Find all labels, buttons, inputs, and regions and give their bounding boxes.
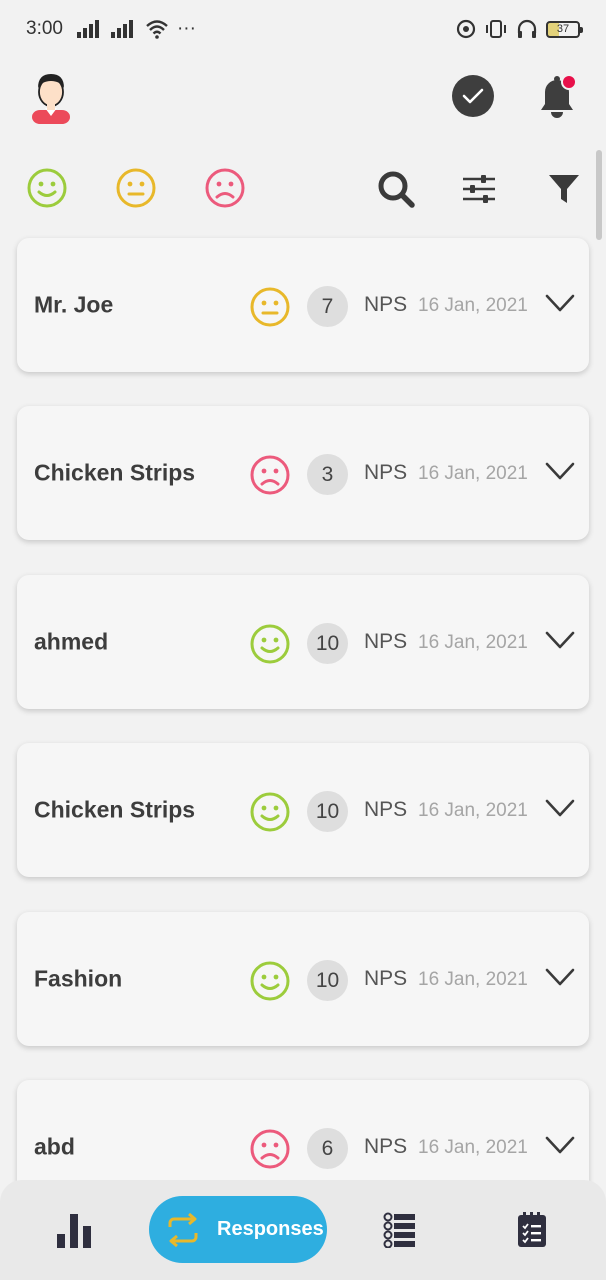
response-name: Mr. Joe bbox=[34, 291, 114, 318]
response-card[interactable]: Chicken Strips 3 NPS 16 Jan, 2021 bbox=[17, 406, 589, 540]
bottom-nav: Responses bbox=[0, 1180, 606, 1280]
wifi-icon bbox=[146, 20, 168, 39]
score-badge: 7 bbox=[307, 286, 348, 327]
chevron-down-icon[interactable] bbox=[544, 292, 576, 314]
response-name: Fashion bbox=[34, 965, 123, 992]
sliders-icon bbox=[463, 175, 495, 203]
survey-type: NPS bbox=[364, 967, 408, 990]
search-icon bbox=[378, 171, 415, 208]
more-status-icon: ··· bbox=[176, 18, 196, 39]
response-date: 16 Jan, 2021 bbox=[418, 1137, 528, 1158]
response-date: 16 Jan, 2021 bbox=[418, 969, 528, 990]
chevron-down-icon[interactable] bbox=[544, 797, 576, 819]
headphones-icon bbox=[517, 19, 537, 38]
sad-face-icon[interactable] bbox=[204, 167, 246, 209]
response-date: 16 Jan, 2021 bbox=[418, 800, 528, 821]
happy-face-icon[interactable] bbox=[26, 167, 68, 209]
score-badge: 10 bbox=[307, 623, 348, 664]
refresh-icon bbox=[168, 1212, 198, 1247]
chevron-down-icon[interactable] bbox=[544, 966, 576, 988]
response-name: abd bbox=[34, 1133, 75, 1160]
bell-icon[interactable] bbox=[535, 72, 579, 120]
chevron-down-icon[interactable] bbox=[544, 629, 576, 651]
happy-face-icon bbox=[250, 624, 290, 664]
nav-list[interactable] bbox=[380, 1210, 420, 1250]
neutral-face-icon[interactable] bbox=[115, 167, 157, 209]
nav-responses[interactable]: Responses bbox=[149, 1196, 327, 1263]
chevron-down-icon[interactable] bbox=[544, 460, 576, 482]
nav-surveys[interactable] bbox=[512, 1210, 552, 1250]
survey-type: NPS bbox=[364, 461, 408, 484]
response-date: 16 Jan, 2021 bbox=[418, 632, 528, 653]
app-header bbox=[0, 62, 606, 130]
response-name: Chicken Strips bbox=[34, 459, 196, 486]
bar-chart-icon bbox=[57, 1214, 91, 1248]
signal-icon-2 bbox=[110, 20, 133, 38]
status-time: 3:00 bbox=[26, 18, 63, 39]
filter-row bbox=[0, 164, 606, 212]
check-circle-icon bbox=[462, 88, 484, 104]
response-date: 16 Jan, 2021 bbox=[418, 463, 528, 484]
signal-icon bbox=[76, 20, 99, 38]
response-card[interactable]: ahmed 10 NPS 16 Jan, 2021 bbox=[17, 575, 589, 709]
data-saver-icon bbox=[456, 19, 476, 39]
sad-face-icon bbox=[250, 455, 290, 495]
response-card[interactable]: Chicken Strips 10 NPS 16 Jan, 2021 bbox=[17, 743, 589, 877]
score-badge: 3 bbox=[307, 454, 348, 495]
survey-type: NPS bbox=[364, 293, 408, 316]
response-name: Chicken Strips bbox=[34, 796, 196, 823]
survey-type: NPS bbox=[364, 1135, 408, 1158]
response-card[interactable]: Mr. Joe 7 NPS 16 Jan, 2021 bbox=[17, 238, 589, 372]
user-avatar-icon[interactable] bbox=[26, 66, 76, 124]
score-badge: 6 bbox=[307, 1128, 348, 1169]
chevron-down-icon[interactable] bbox=[544, 1134, 576, 1156]
response-name: ahmed bbox=[34, 628, 109, 655]
survey-type: NPS bbox=[364, 798, 408, 821]
happy-face-icon bbox=[250, 961, 290, 1001]
nav-responses-label: Responses bbox=[217, 1218, 324, 1240]
score-badge: 10 bbox=[307, 791, 348, 832]
happy-face-icon bbox=[250, 792, 290, 832]
sad-face-icon bbox=[250, 1129, 290, 1169]
list-icon bbox=[383, 1212, 415, 1248]
search-button[interactable] bbox=[375, 168, 417, 210]
clipboard-icon bbox=[518, 1212, 546, 1247]
neutral-face-icon bbox=[250, 287, 290, 327]
vibrate-icon bbox=[486, 20, 506, 38]
scrollbar[interactable] bbox=[596, 150, 602, 240]
battery-level: 37 bbox=[556, 23, 570, 35]
status-bar: 3:00 ··· 37 bbox=[0, 0, 606, 58]
filter-icon bbox=[549, 175, 579, 203]
adjust-button[interactable] bbox=[458, 168, 500, 210]
score-badge: 10 bbox=[307, 960, 348, 1001]
check-button[interactable] bbox=[452, 75, 494, 117]
response-date: 16 Jan, 2021 bbox=[418, 295, 528, 316]
survey-type: NPS bbox=[364, 630, 408, 653]
filter-button[interactable] bbox=[543, 168, 585, 210]
nav-analytics[interactable] bbox=[52, 1210, 96, 1250]
response-card[interactable]: Fashion 10 NPS 16 Jan, 2021 bbox=[17, 912, 589, 1046]
battery-icon: 37 bbox=[546, 20, 583, 38]
